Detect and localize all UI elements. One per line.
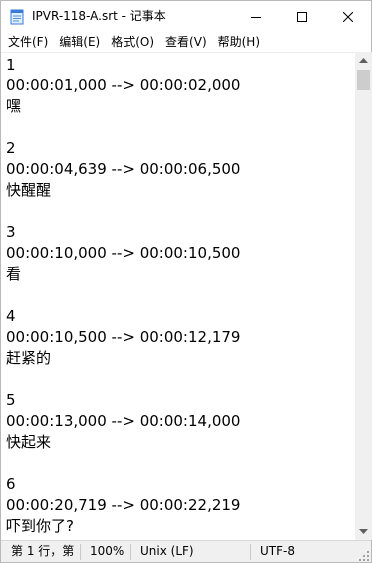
text-line: 5 [6,391,16,409]
menu-help[interactable]: 帮助(H) [214,33,264,51]
notepad-icon [10,9,24,25]
menu-format[interactable]: 格式(O) [107,33,158,51]
text-line: 00:00:10,500 --> 00:00:12,179 [6,328,241,346]
text-line: 快醒醒 [6,181,52,199]
zoom-level: 100% [90,544,125,558]
scroll-thumb[interactable] [357,70,370,90]
text-line: 2 [6,139,16,157]
text-line: 00:00:01,000 --> 00:00:02,000 [6,76,241,94]
menu-view[interactable]: 查看(V) [161,33,211,51]
chevron-up-icon [359,57,368,63]
status-divider [130,544,131,560]
line-ending: Unix (LF) [140,544,194,558]
menu-edit[interactable]: 编辑(E) [55,33,104,51]
cursor-position: 第 1 行，第 1 列 [11,544,75,558]
maximize-icon [297,11,307,22]
text-line: 00:00:20,719 --> 00:00:22,219 [6,496,241,514]
close-button[interactable] [325,1,371,32]
text-line: 4 [6,307,16,325]
text-line: 快起来 [6,433,52,451]
text-line: 00:00:04,639 --> 00:00:06,500 [6,160,241,178]
close-icon [343,11,353,22]
text-line: 看 [6,265,22,283]
text-line: 00:00:13,000 --> 00:00:14,000 [6,412,241,430]
menu-bar: 文件(F) 编辑(E) 格式(O) 查看(V) 帮助(H) [1,32,371,52]
encoding: UTF-8 [260,544,295,558]
resize-grip-icon[interactable] [358,550,370,562]
status-divider [250,544,251,560]
status-divider [80,544,81,560]
status-bar: 第 1 行，第 1 列 100% Unix (LF) UTF-8 [1,540,371,562]
text-line: 00:00:10,000 --> 00:00:10,500 [6,244,241,262]
vertical-scrollbar[interactable] [355,52,372,540]
title-bar[interactable]: IPVR-118-A.srt - 记事本 [1,1,371,32]
scroll-down-button[interactable] [355,523,372,540]
window-title: IPVR-118-A.srt - 记事本 [32,9,166,23]
text-line: 赶紧的 [6,349,52,367]
minimize-button[interactable] [233,1,279,32]
text-line: 6 [6,475,16,493]
notepad-window: IPVR-118-A.srt - 记事本 文件(F) 编辑(E) 格式(O) 查… [0,0,372,563]
chevron-down-icon [359,528,368,534]
minimize-icon [251,16,261,18]
menu-file[interactable]: 文件(F) [4,33,52,51]
maximize-button[interactable] [279,1,325,32]
text-line: 嘿 [6,97,22,115]
text-line: 吓到你了? [6,517,74,535]
text-line: 1 [6,56,16,74]
scroll-up-button[interactable] [355,52,372,69]
text-editor[interactable]: 1 00:00:01,000 --> 00:00:02,000 嘿 2 00:0… [1,52,355,540]
text-line: 3 [6,223,16,241]
